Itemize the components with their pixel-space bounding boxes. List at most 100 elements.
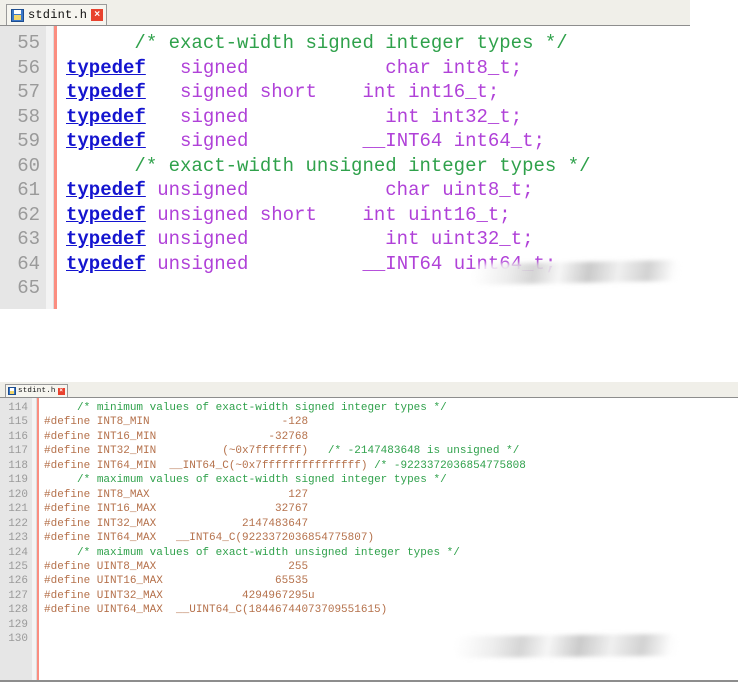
code-line[interactable]: #define UINT8_MAX 255 [44, 560, 738, 574]
code-line[interactable]: typedef signed __INT64 int64_t; [66, 129, 690, 154]
token-comment: /* maximum values of exact-width signed … [77, 474, 447, 487]
code-area[interactable]: 114 115 116 117 118 119 120 121 122 123 124 125 126 1… [0, 398, 738, 682]
code-line[interactable]: #define INT8_MAX 127 [44, 488, 738, 502]
token-type: char int8_t; [385, 56, 523, 79]
code-line[interactable]: /* maximum values of exact-width unsigne… [44, 546, 738, 560]
token-comment: /* minimum values of exact-width signed … [77, 402, 447, 414]
token-preproc: #define INT8_MAX 127 [44, 488, 309, 501]
save-icon [11, 8, 24, 22]
code-line[interactable]: #define INT32_MAX 2147483647 [44, 517, 738, 531]
code-line[interactable]: typedef signed short int int16_t; [66, 80, 690, 105]
close-icon[interactable]: × [91, 9, 104, 21]
code-line[interactable]: #define INT64_MAX __INT64_C(922337203685… [44, 531, 738, 545]
line-number: 60 [17, 154, 40, 177]
token-keyword: typedef [66, 130, 146, 152]
line-number: 121 [8, 503, 28, 516]
code-line[interactable]: typedef unsigned int uint32_t; [66, 227, 690, 252]
token-comment: /* -9223372036854775808 [374, 459, 526, 472]
token-type: signed short [180, 81, 317, 103]
token-type: int int32_t; [385, 105, 523, 128]
code-line[interactable]: #define UINT32_MAX 4294967295u [44, 589, 738, 603]
token-keyword: typedef [66, 56, 146, 79]
line-number: 124 [8, 546, 28, 559]
token-comment: /* -2147483648 is unsigned */ [327, 445, 520, 458]
line-number-gutter: 114 115 116 117 118 119 120 121 122 123 124 125 126 1… [0, 398, 32, 680]
line-number: 119 [8, 474, 28, 487]
tab-stdint-h[interactable]: stdint.h × [6, 4, 108, 25]
line-number: 118 [8, 459, 28, 472]
line-number: 129 [8, 618, 28, 631]
line-number: 120 [8, 488, 28, 501]
code-line[interactable]: #define UINT64_MAX __UINT64_C(1844674407… [44, 603, 738, 617]
token-preproc: #define INT16_MIN -32768 [44, 430, 309, 443]
token-type: unsigned [157, 252, 249, 275]
token-keyword: typedef [66, 179, 146, 201]
token-preproc: #define UINT64_MAX __UINT64_C(1844674407… [44, 604, 388, 617]
line-number: 122 [8, 517, 28, 530]
token-type: signed [180, 130, 249, 152]
token-keyword: typedef [66, 252, 146, 275]
code-line[interactable]: /* exact-width signed integer types */ [66, 31, 690, 56]
token-type: char uint8_t; [385, 179, 534, 201]
token-comment: /* maximum values of exact-width unsigne… [77, 546, 460, 559]
code-line[interactable]: #define INT32_MIN (~0x7fffffff) /* -2147… [44, 444, 738, 458]
editor-window-bottom: stdint.h × 114 115 116 117 118 119 120 121 122 12… [0, 382, 738, 682]
token-preproc: #define INT64_MAX __INT64_C(922337203685… [44, 532, 375, 545]
gutter-edge [46, 26, 54, 309]
token-keyword: typedef [66, 81, 146, 103]
line-number: 115 [8, 416, 28, 429]
line-number: 116 [8, 430, 28, 443]
code-line[interactable]: typedef signed char int8_t; [66, 56, 690, 81]
line-number: 125 [8, 560, 28, 573]
code-area[interactable]: 55 56 57 58 59 60 61 62 63 64 65 /* exact-width si… [0, 26, 690, 309]
token-comment: /* exact-width unsigned integer types */ [134, 154, 591, 177]
line-number: 56 [17, 56, 40, 79]
code-line[interactable]: typedef unsigned __INT64 uint64_t; [66, 252, 690, 277]
code-line[interactable]: /* maximum values of exact-width signed … [44, 473, 738, 487]
line-number: 55 [17, 32, 40, 54]
tab-strip: stdint.h × [0, 382, 738, 398]
code-line[interactable]: typedef unsigned short int uint16_t; [66, 203, 690, 228]
code-line[interactable]: #define INT64_MIN __INT64_C(~0x7ffffffff… [44, 459, 738, 473]
editor-window-top: stdint.h × 55 56 57 58 59 60 61 62 63 64 65 /* exa… [0, 0, 690, 310]
token-preproc: #define INT64_MIN __INT64_C(~0x7ffffffff… [44, 459, 368, 472]
token-type: signed [180, 56, 249, 79]
token-keyword: typedef [66, 203, 146, 226]
token-type: unsigned [157, 179, 249, 201]
token-keyword: typedef [66, 228, 146, 250]
token-preproc: #define UINT16_MAX 65535 [44, 575, 309, 588]
line-number: 65 [17, 277, 40, 299]
code-line[interactable]: typedef unsigned char uint8_t; [66, 178, 690, 203]
code-line[interactable]: #define INT16_MAX 32767 [44, 502, 738, 516]
code-line[interactable]: #define UINT16_MAX 65535 [44, 574, 738, 588]
token-keyword: typedef [66, 105, 146, 128]
code-line[interactable]: /* exact-width unsigned integer types */ [66, 154, 690, 179]
code-line[interactable]: /* minimum values of exact-width signed … [44, 401, 738, 415]
code-text[interactable]: /* exact-width signed integer types */ty… [57, 26, 690, 309]
code-text[interactable]: /* minimum values of exact-width signed … [39, 398, 738, 680]
tab-label: stdint.h [18, 387, 56, 395]
token-preproc: #define INT32_MAX 2147483647 [44, 517, 309, 530]
line-number: 127 [8, 589, 28, 602]
close-icon[interactable]: × [57, 387, 65, 395]
line-number: 64 [17, 252, 40, 275]
code-line[interactable]: #define INT8_MIN -128 [44, 415, 738, 429]
line-number: 63 [17, 228, 40, 250]
line-number: 126 [8, 575, 28, 588]
line-number: 58 [17, 105, 40, 128]
token-type: __INT64 uint64_t; [362, 252, 557, 275]
tab-stdint-h[interactable]: stdint.h × [5, 384, 68, 397]
code-line[interactable]: typedef signed int int32_t; [66, 105, 690, 130]
code-line[interactable]: #define INT16_MIN -32768 [44, 430, 738, 444]
